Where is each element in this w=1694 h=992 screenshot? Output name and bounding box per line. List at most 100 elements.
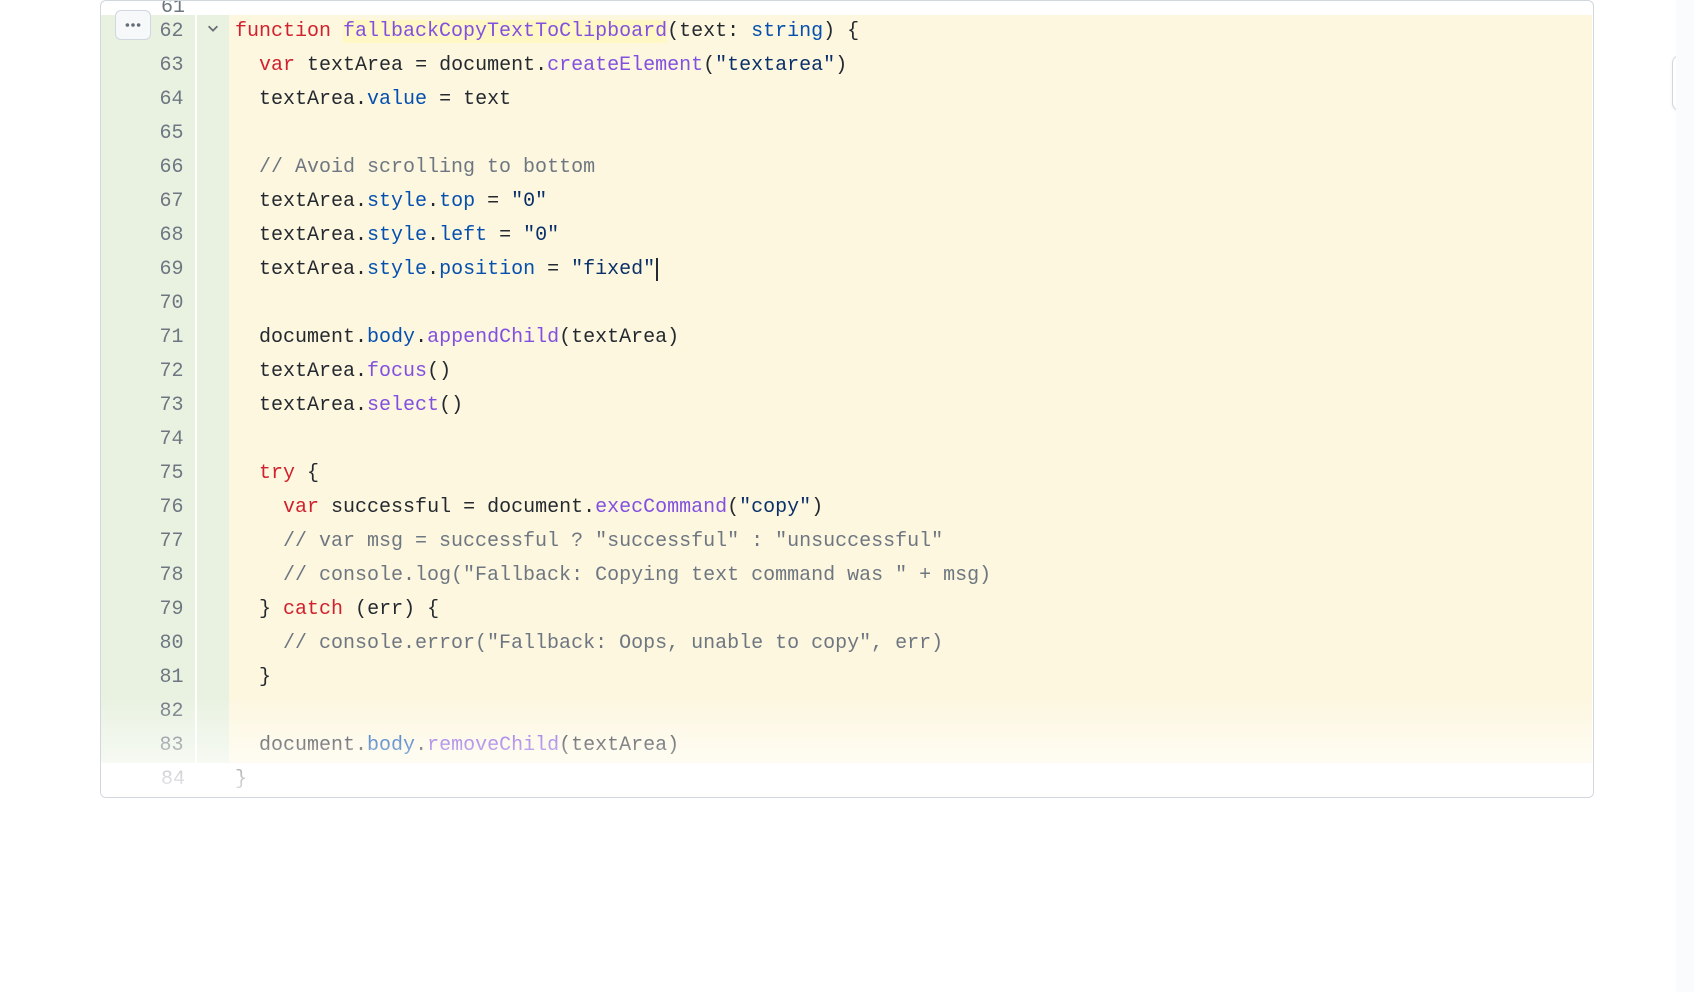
code-cell[interactable]: // console.error("Fallback: Oops, unable… bbox=[229, 627, 1592, 661]
code-cell[interactable] bbox=[229, 287, 1592, 321]
code-row: 61 bbox=[101, 1, 1592, 15]
code-token: () bbox=[439, 394, 463, 417]
code-token: . bbox=[427, 224, 439, 247]
code-cell[interactable]: // console.log("Fallback: Copying text c… bbox=[229, 559, 1592, 593]
line-number[interactable]: 65 bbox=[101, 117, 195, 151]
fold-gutter-cell bbox=[195, 287, 229, 321]
code-cell[interactable]: textArea.style.left = "0" bbox=[229, 219, 1592, 253]
code-row: 78 // console.log("Fallback: Copying tex… bbox=[101, 559, 1592, 593]
code-token: = bbox=[451, 496, 487, 519]
code-cell[interactable]: // var msg = successful ? "successful" :… bbox=[229, 525, 1592, 559]
line-number[interactable]: 69 bbox=[101, 253, 195, 287]
code-cell[interactable]: textArea.value = text bbox=[229, 83, 1592, 117]
code-cell[interactable]: function fallbackCopyTextToClipboard(tex… bbox=[229, 15, 1592, 49]
code-token: execCommand bbox=[595, 496, 727, 519]
line-number[interactable]: 77 bbox=[101, 525, 195, 559]
fold-gutter-cell bbox=[195, 49, 229, 83]
fold-gutter-cell bbox=[195, 1, 229, 15]
code-cell[interactable]: var textArea = document.createElement("t… bbox=[229, 49, 1592, 83]
code-token: textArea bbox=[259, 360, 355, 383]
line-number[interactable]: 75 bbox=[101, 457, 195, 491]
code-cell[interactable]: textArea.select() bbox=[229, 389, 1592, 423]
code-row: 65 bbox=[101, 117, 1592, 151]
fold-gutter-cell bbox=[195, 491, 229, 525]
page-scrollbar-track[interactable] bbox=[1676, 0, 1694, 992]
line-number[interactable]: 82 bbox=[101, 695, 195, 729]
code-cell[interactable]: var successful = document.execCommand("c… bbox=[229, 491, 1592, 525]
code-token: . bbox=[355, 88, 367, 111]
code-row: 66 // Avoid scrolling to bottom bbox=[101, 151, 1592, 185]
code-token: ( bbox=[703, 54, 715, 77]
code-token: textArea bbox=[259, 88, 355, 111]
code-row: 68 textArea.style.left = "0" bbox=[101, 219, 1592, 253]
code-token: = bbox=[427, 88, 463, 111]
line-number[interactable]: 79 bbox=[101, 593, 195, 627]
code-cell[interactable]: } bbox=[229, 763, 1592, 797]
line-number[interactable]: 74 bbox=[101, 423, 195, 457]
code-row: 72 textArea.focus() bbox=[101, 355, 1592, 389]
code-row: 82 bbox=[101, 695, 1592, 729]
line-number[interactable]: 73 bbox=[101, 389, 195, 423]
more-actions-button[interactable] bbox=[115, 10, 151, 40]
code-cell[interactable] bbox=[229, 423, 1592, 457]
code-cell[interactable] bbox=[229, 695, 1592, 729]
code-cell[interactable]: textArea.style.position = "fixed" bbox=[229, 253, 1592, 287]
code-row: 64 textArea.value = text bbox=[101, 83, 1592, 117]
code-token: string bbox=[751, 20, 823, 43]
code-token: // var msg = successful ? "successful" :… bbox=[283, 530, 943, 553]
code-row: 71 document.body.appendChild(textArea) bbox=[101, 321, 1592, 355]
line-number[interactable]: 66 bbox=[101, 151, 195, 185]
code-row: 74 bbox=[101, 423, 1592, 457]
code-token bbox=[295, 54, 307, 77]
code-token: focus bbox=[367, 360, 427, 383]
line-number[interactable]: 72 bbox=[101, 355, 195, 389]
code-row: 67 textArea.style.top = "0" bbox=[101, 185, 1592, 219]
code-token: var bbox=[283, 496, 319, 519]
code-token: textArea bbox=[571, 326, 667, 349]
fold-gutter-cell bbox=[195, 525, 229, 559]
line-number[interactable]: 71 bbox=[101, 321, 195, 355]
line-number[interactable]: 78 bbox=[101, 559, 195, 593]
line-number[interactable]: 83 bbox=[101, 729, 195, 763]
code-token: try bbox=[259, 462, 295, 485]
line-number[interactable]: 80 bbox=[101, 627, 195, 661]
code-cell[interactable]: document.body.removeChild(textArea) bbox=[229, 729, 1592, 763]
code-cell[interactable]: document.body.appendChild(textArea) bbox=[229, 321, 1592, 355]
line-number[interactable]: 64 bbox=[101, 83, 195, 117]
code-cell[interactable] bbox=[229, 1, 1592, 15]
fold-gutter-cell[interactable] bbox=[195, 15, 229, 49]
code-token: document bbox=[487, 496, 583, 519]
code-row: 70 bbox=[101, 287, 1592, 321]
line-number[interactable]: 84 bbox=[101, 763, 195, 797]
code-token: ) bbox=[667, 734, 679, 757]
line-number[interactable]: 67 bbox=[101, 185, 195, 219]
line-number[interactable]: 63 bbox=[101, 49, 195, 83]
code-cell[interactable]: // Avoid scrolling to bottom bbox=[229, 151, 1592, 185]
code-token: . bbox=[355, 258, 367, 281]
code-token: catch bbox=[283, 598, 343, 621]
code-token: ) { bbox=[823, 20, 859, 43]
code-cell[interactable]: try { bbox=[229, 457, 1592, 491]
code-cell[interactable]: } catch (err) { bbox=[229, 593, 1592, 627]
code-cell[interactable]: textArea.style.top = "0" bbox=[229, 185, 1592, 219]
code-row: 84} bbox=[101, 763, 1592, 797]
line-number[interactable]: 81 bbox=[101, 661, 195, 695]
code-row: 69 textArea.style.position = "fixed" bbox=[101, 253, 1592, 287]
code-cell[interactable]: textArea.focus() bbox=[229, 355, 1592, 389]
fold-gutter-cell bbox=[195, 389, 229, 423]
code-cell[interactable] bbox=[229, 117, 1592, 151]
fold-gutter-cell bbox=[195, 355, 229, 389]
fold-gutter-cell bbox=[195, 729, 229, 763]
chevron-down-icon[interactable] bbox=[206, 18, 220, 45]
code-token: left bbox=[439, 224, 487, 247]
code-row: 75 try { bbox=[101, 457, 1592, 491]
code-token: . bbox=[355, 224, 367, 247]
line-number[interactable]: 76 bbox=[101, 491, 195, 525]
code-cell[interactable]: } bbox=[229, 661, 1592, 695]
code-token: textArea bbox=[259, 224, 355, 247]
code-token: err bbox=[367, 598, 403, 621]
code-token: textArea bbox=[259, 190, 355, 213]
line-number[interactable]: 70 bbox=[101, 287, 195, 321]
line-number[interactable]: 68 bbox=[101, 219, 195, 253]
code-token bbox=[331, 20, 343, 43]
